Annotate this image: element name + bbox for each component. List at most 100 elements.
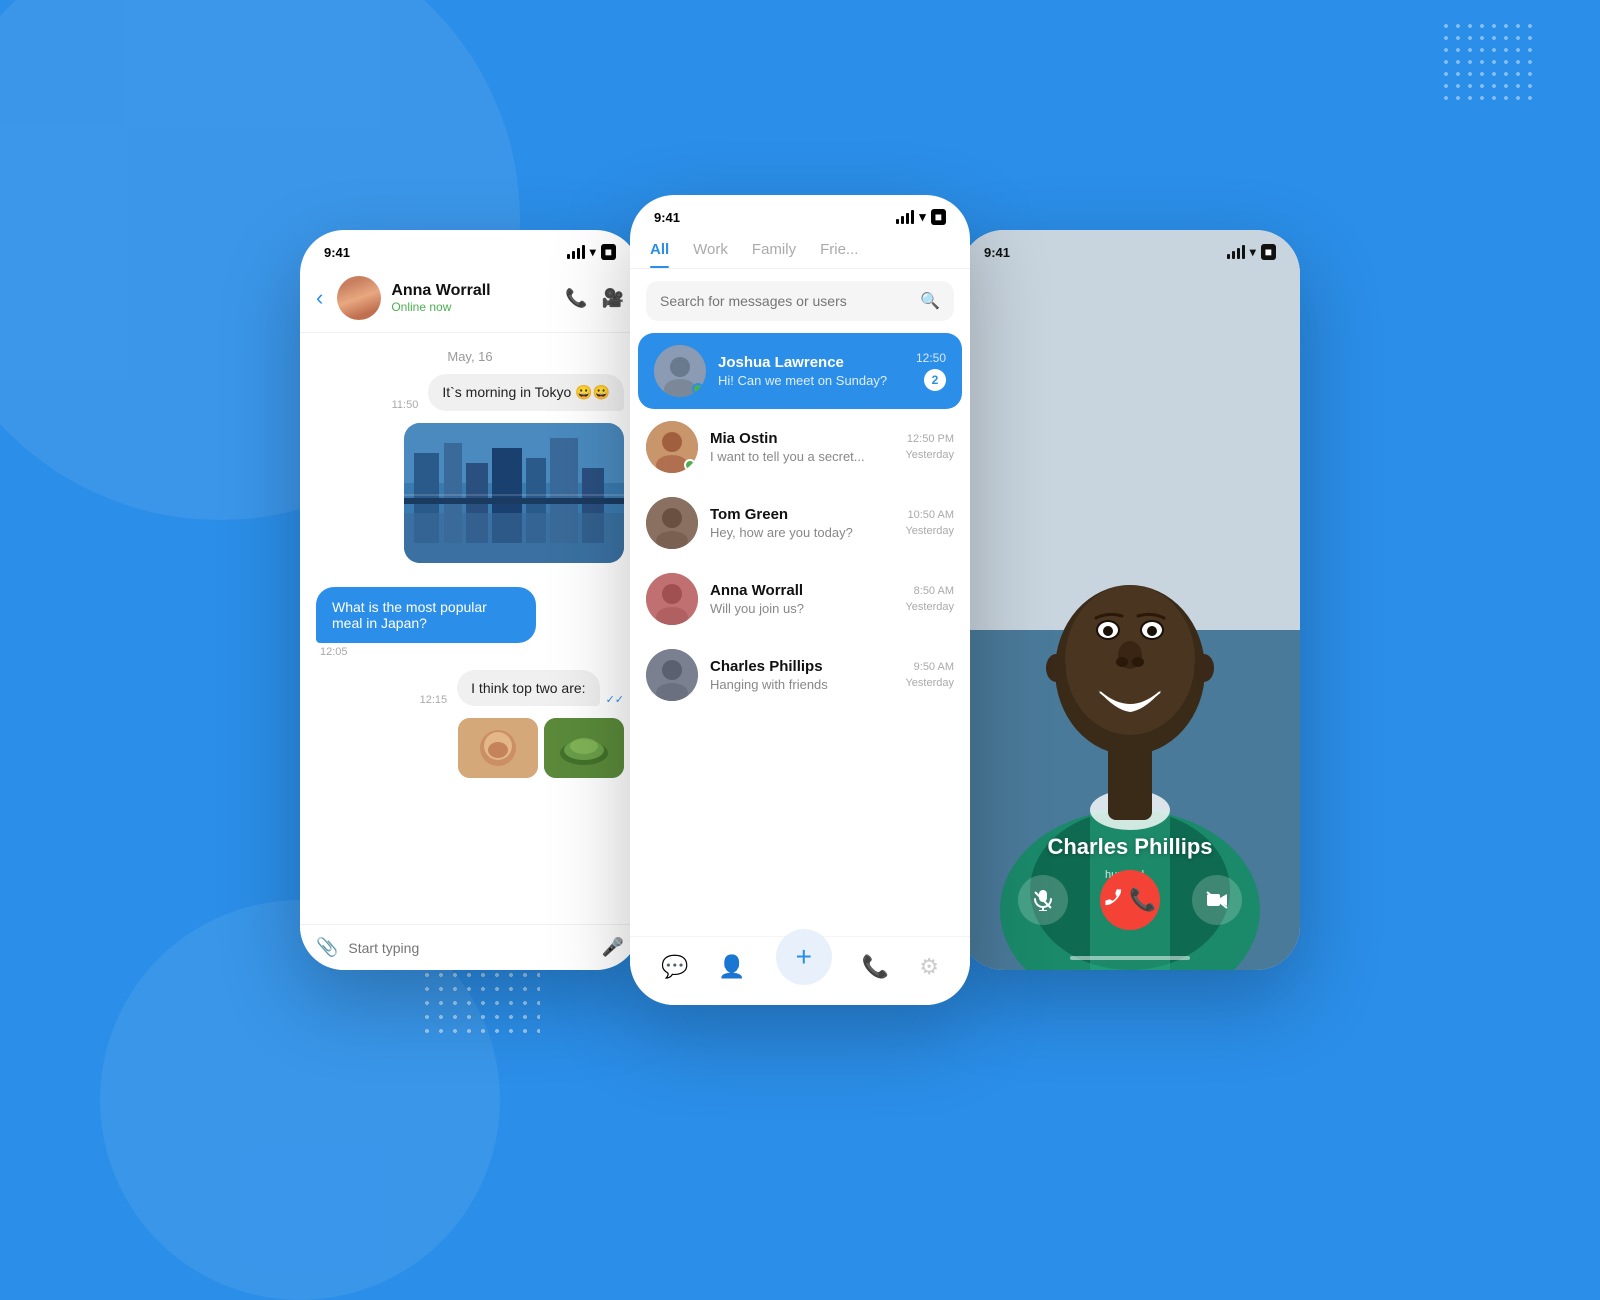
mute-button[interactable] [1018, 875, 1068, 925]
battery-icon-center: ■ [931, 209, 946, 225]
caller-name: Charles Phillips [960, 834, 1300, 860]
status-bar-center: 9:41 ▾ ■ [630, 195, 970, 233]
end-call-icon [1103, 887, 1129, 913]
msg-sent-time: 12:05 [316, 646, 348, 658]
caller-name-area: Charles Phillips [960, 834, 1300, 860]
message-input[interactable] [348, 940, 591, 956]
conversation-item-joshua[interactable]: Joshua Lawrence Hi! Can we meet on Sunda… [638, 333, 962, 409]
mute-icon [1032, 889, 1054, 911]
conv-preview-joshua: Hi! Can we meet on Sunday? [718, 373, 904, 388]
conversation-item-anna[interactable]: Anna Worrall Will you join us? 8:50 AM Y… [630, 561, 970, 637]
conv-name-mia: Mia Ostin [710, 430, 893, 447]
conv-avatar-mia [646, 421, 698, 473]
msg-image [404, 423, 624, 563]
food-image-2 [544, 718, 624, 778]
tab-family[interactable]: Family [752, 241, 796, 268]
chat-contact-name: Anna Worrall [391, 282, 555, 300]
date-divider: May, 16 [300, 333, 640, 374]
status-icons-center: ▾ ■ [896, 209, 946, 225]
call-button[interactable]: 📞 [565, 288, 587, 309]
battery-icon-left: ■ [601, 244, 616, 260]
conv-date-anna: Yesterday [905, 601, 954, 613]
food-images-row [316, 718, 624, 778]
image-placeholder [404, 423, 624, 563]
wifi-icon-right: ▾ [1250, 245, 1256, 259]
time-right: 9:41 [984, 245, 1010, 260]
chat-header-info: Anna Worrall Online now [391, 282, 555, 314]
fab-compose-button[interactable]: + [776, 929, 832, 985]
conversation-item-mia[interactable]: Mia Ostin I want to tell you a secret...… [630, 409, 970, 485]
read-receipt: ✓✓ [606, 693, 624, 706]
signal-icon-left [567, 245, 585, 259]
conv-date-charles: Yesterday [905, 677, 954, 689]
msg-sent-meta: 12:05 [316, 643, 348, 658]
city-image-svg [404, 423, 624, 563]
message-image-item [316, 423, 624, 575]
nav-chat-icon[interactable]: 💬 [661, 954, 688, 980]
chat-contact-status: Online now [391, 300, 555, 314]
conv-meta-mia: 12:50 PM Yesterday [905, 433, 954, 461]
status-bar-left: 9:41 ▾ ■ [300, 230, 640, 268]
conv-info-joshua: Joshua Lawrence Hi! Can we meet on Sunda… [718, 354, 904, 388]
conv-info-charles: Charles Phillips Hanging with friends [710, 658, 893, 692]
conv-time-anna: 8:50 AM [914, 585, 954, 597]
conv-avatar-charles [646, 649, 698, 701]
nav-users-icon[interactable]: 👤 [718, 954, 745, 980]
end-call-button[interactable]: 📞 [1100, 870, 1160, 930]
status-icons-left: ▾ ■ [567, 244, 616, 260]
signal-icon-center [896, 210, 914, 224]
search-bar: 🔍 [646, 281, 954, 321]
online-indicator-mia [684, 459, 696, 471]
nav-phone-icon[interactable]: 📞 [862, 954, 889, 980]
conv-meta-anna: 8:50 AM Yesterday [905, 585, 954, 613]
conv-time-mia: 12:50 PM [907, 433, 954, 445]
conversation-item-tom[interactable]: Tom Green Hey, how are you today? 10:50 … [630, 485, 970, 561]
conv-time-tom: 10:50 AM [908, 509, 954, 521]
status-bar-right: 9:41 ▾ ■ [960, 230, 1300, 260]
conv-avatar-tom [646, 497, 698, 549]
conv-badge-joshua: 2 [924, 369, 946, 391]
conv-meta-joshua: 12:50 2 [916, 351, 946, 391]
call-controls: 📞 [960, 870, 1300, 930]
conversations-list: Joshua Lawrence Hi! Can we meet on Sunda… [630, 333, 970, 713]
tab-friends[interactable]: Frie... [820, 241, 858, 268]
attachment-icon[interactable]: 📎 [316, 937, 338, 958]
conv-preview-charles: Hanging with friends [710, 677, 893, 692]
conv-meta-charles: 9:50 AM Yesterday [905, 661, 954, 689]
msg-bubble-received2: I think top two are: [457, 670, 599, 706]
tab-work[interactable]: Work [693, 241, 728, 268]
conv-date-mia: Yesterday [905, 449, 954, 461]
video-off-icon [1206, 891, 1228, 909]
call-screen: 9:41 ▾ ■ ‹ [960, 230, 1300, 970]
chat-content: May, 16 11:50 It`s morning in Tokyo 😀😀 [300, 333, 640, 903]
search-input[interactable] [660, 293, 912, 309]
phone-video-call: 9:41 ▾ ■ ‹ [960, 230, 1300, 970]
conv-info-tom: Tom Green Hey, how are you today? [710, 506, 893, 540]
conv-avatar-anna [646, 573, 698, 625]
msg-time: 11:50 [392, 399, 423, 411]
conversation-item-charles[interactable]: Charles Phillips Hanging with friends 9:… [630, 637, 970, 713]
phone-chat: 9:41 ▾ ■ ‹ Anna Worrall Online now [300, 230, 640, 970]
status-icons-right: ▾ ■ [1227, 244, 1276, 260]
back-button[interactable]: ‹ [316, 285, 323, 311]
tab-all[interactable]: All [650, 241, 669, 268]
video-button[interactable]: 🎥 [602, 288, 624, 309]
conv-name-anna: Anna Worrall [710, 582, 893, 599]
video-off-button[interactable] [1192, 875, 1242, 925]
message-sent-item: What is the most popular meal in Japan? … [316, 587, 624, 658]
conv-info-mia: Mia Ostin I want to tell you a secret... [710, 430, 893, 464]
wifi-icon-left: ▾ [590, 245, 596, 259]
wifi-icon-center: ▾ [919, 209, 926, 225]
nav-settings-icon[interactable]: ⚙ [919, 954, 939, 980]
online-indicator-joshua [692, 383, 704, 395]
conv-name-charles: Charles Phillips [710, 658, 893, 675]
time-center: 9:41 [654, 210, 680, 225]
search-icon: 🔍 [920, 291, 940, 311]
chat-actions: 📞 🎥 [565, 288, 624, 309]
signal-icon-right [1227, 245, 1245, 259]
tabs-bar: All Work Family Frie... [630, 233, 970, 269]
time-left: 9:41 [324, 245, 350, 260]
message-received2: 12:15 I think top two are: ✓✓ [316, 670, 624, 706]
microphone-icon[interactable]: 🎤 [602, 937, 624, 958]
msg-bubble-sent: What is the most popular meal in Japan? [316, 587, 536, 643]
